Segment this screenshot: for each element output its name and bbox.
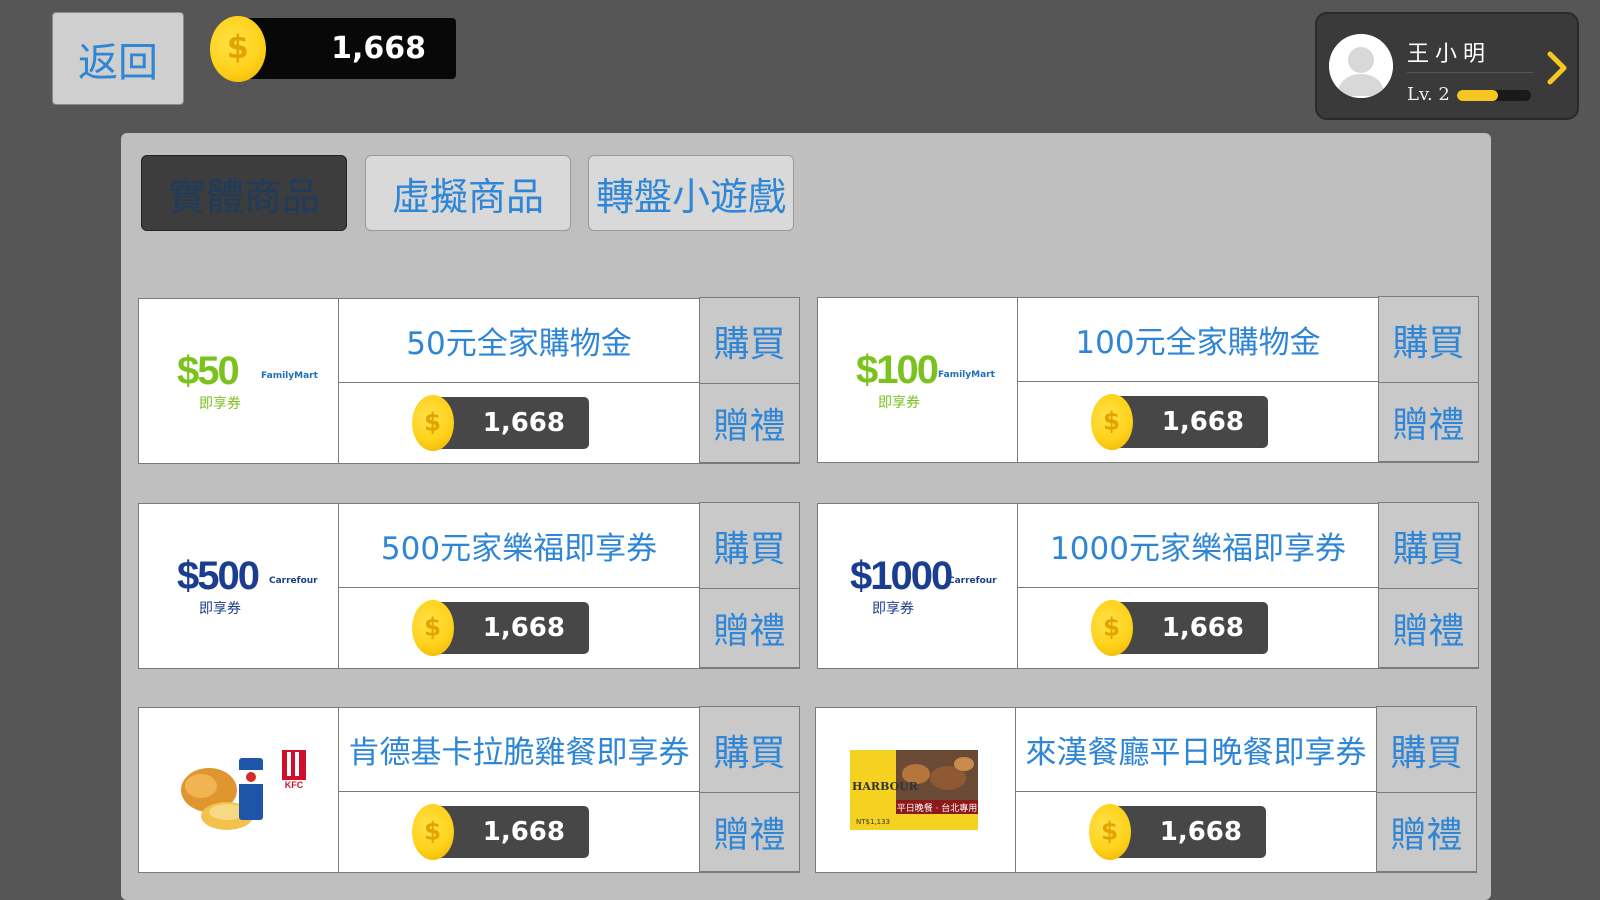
coin-icon: $ [210, 16, 266, 82]
back-button[interactable]: 返回 [52, 12, 184, 105]
voucher-amount: $100 [856, 348, 939, 392]
gift-button[interactable]: 贈禮 [1378, 382, 1479, 462]
coin-icon: $ [412, 395, 454, 451]
voucher-amount: $50 [177, 349, 240, 393]
coin-balance-value: 1,668 [240, 18, 456, 79]
chevron-right-icon[interactable] [1545, 50, 1569, 86]
profile-divider [1407, 72, 1533, 73]
brand-logo: FamilyMart [261, 371, 318, 381]
coin-icon: $ [412, 600, 454, 656]
voucher-sub: 即享券 [199, 601, 241, 617]
avatar [1329, 34, 1393, 98]
product-image: $500 即享券 Carrefour [139, 504, 339, 668]
product-title: 肯德基卡拉脆雞餐即享券 [339, 708, 699, 792]
voucher-sub: 即享券 [872, 601, 914, 617]
gift-button[interactable]: 贈禮 [1376, 792, 1477, 872]
product-title: 100元全家購物金 [1018, 298, 1378, 382]
product-price: 1,668 $ [1018, 382, 1378, 462]
tab-physical-goods[interactable]: 實體商品 [141, 155, 347, 231]
buy-button[interactable]: 購買 [699, 706, 800, 793]
gift-button[interactable]: 贈禮 [1378, 588, 1479, 668]
user-name: 王小明 [1407, 42, 1492, 67]
gift-button[interactable]: 贈禮 [699, 792, 800, 872]
kfc-meal-image: KFC [181, 750, 306, 830]
voucher-amount: $500 [177, 554, 260, 598]
coin-icon: $ [1089, 804, 1131, 860]
buy-button[interactable]: 購買 [1378, 296, 1479, 383]
buy-button[interactable]: 購買 [1378, 502, 1479, 589]
xp-progress-bar [1457, 90, 1531, 101]
harbour-voucher-image: 平日晚餐 · 台北專用 HARBOUR NT$1,133 [850, 750, 978, 830]
product-image: KFC [139, 708, 339, 872]
coin-icon: $ [1091, 600, 1133, 656]
shop-panel: 實體商品 虛擬商品 轉盤小遊戲 $50 即享券 FamilyMart 50元全家… [121, 133, 1491, 900]
buy-button[interactable]: 購買 [1376, 706, 1477, 793]
voucher-price-text: NT$1,133 [856, 818, 890, 826]
brand-logo: Carrefour [269, 576, 318, 586]
product-image: $50 即享券 FamilyMart [139, 299, 339, 463]
user-level: Lv. 2 [1407, 84, 1450, 105]
product-card: $1000 即享券 Carrefour 1000元家樂福即享券 1,668 $ … [817, 502, 1479, 669]
product-price: 1,668 $ [1018, 588, 1378, 668]
product-card: $500 即享券 Carrefour 500元家樂福即享券 1,668 $ 購買… [138, 502, 800, 669]
coin-icon: $ [412, 804, 454, 860]
xp-progress-fill [1457, 90, 1498, 101]
svg-text:$: $ [424, 613, 441, 642]
product-image: $100 即享券 FamilyMart [818, 298, 1018, 462]
brand-logo: FamilyMart [938, 370, 995, 380]
coin-icon: $ [1091, 394, 1133, 450]
svg-text:$: $ [424, 408, 441, 437]
svg-text:$: $ [1101, 817, 1118, 846]
product-image: 平日晚餐 · 台北專用 HARBOUR NT$1,133 [816, 708, 1016, 872]
tab-virtual-goods[interactable]: 虛擬商品 [365, 155, 571, 231]
gift-button[interactable]: 贈禮 [699, 588, 800, 668]
voucher-amount: $1000 [850, 554, 953, 598]
product-card: KFC 肯德基卡拉脆雞餐即享券 1,668 $ 購買 贈禮 [138, 706, 800, 873]
buy-button[interactable]: 購買 [699, 297, 800, 384]
kfc-logo: KFC [285, 780, 304, 790]
buy-button[interactable]: 購買 [699, 502, 800, 589]
profile-card[interactable]: 王小明 Lv. 2 [1315, 12, 1579, 120]
gift-button[interactable]: 贈禮 [699, 383, 800, 463]
product-price: 1,668 $ [339, 588, 699, 668]
brand-logo: Carrefour [948, 576, 997, 586]
product-title: 1000元家樂福即享券 [1018, 504, 1378, 588]
product-title: 50元全家購物金 [339, 299, 699, 383]
svg-text:$: $ [424, 817, 441, 846]
product-title: 500元家樂福即享券 [339, 504, 699, 588]
svg-text:$: $ [1103, 613, 1120, 642]
product-image: $1000 即享券 Carrefour [818, 504, 1018, 668]
product-title: 來漢餐廳平日晚餐即享券 [1016, 708, 1376, 792]
product-card: 平日晚餐 · 台北專用 HARBOUR NT$1,133 來漢餐廳平日晚餐即享券… [815, 706, 1477, 873]
product-card: $50 即享券 FamilyMart 50元全家購物金 1,668 $ 購買 贈… [138, 297, 800, 464]
tab-spin-game[interactable]: 轉盤小遊戲 [588, 155, 794, 231]
product-price: 1,668 $ [339, 383, 699, 463]
product-card: $100 即享券 FamilyMart 100元全家購物金 1,668 $ 購買… [817, 296, 1479, 463]
voucher-caption: 平日晚餐 · 台北專用 [897, 802, 978, 814]
harbour-logo: HARBOUR [852, 780, 919, 793]
product-price: 1,668 $ [339, 792, 699, 872]
voucher-sub: 即享券 [878, 395, 920, 411]
product-price: 1,668 $ [1016, 792, 1376, 872]
svg-text:$: $ [1103, 407, 1120, 436]
voucher-sub: 即享券 [199, 396, 241, 412]
svg-text:$: $ [227, 30, 249, 66]
